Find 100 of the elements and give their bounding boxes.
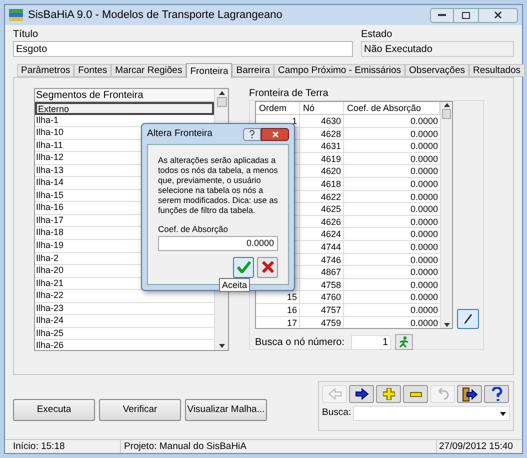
scroll-down-icon[interactable] — [218, 344, 224, 348]
plus-icon — [382, 388, 394, 400]
table-cell: 4757 — [300, 304, 344, 316]
table-cell-text: 0.0000 — [409, 240, 439, 253]
caret-icon — [500, 412, 506, 416]
close-button[interactable] — [261, 128, 289, 140]
text-field[interactable]: Esgoto — [13, 41, 353, 57]
tab[interactable]: Resultados — [469, 64, 525, 77]
table-cell-text: 0.0000 — [409, 152, 439, 164]
table-cell-text: 0.0000 — [409, 128, 439, 140]
table-cell: 4620 — [300, 165, 344, 177]
pencil-icon — [463, 313, 473, 325]
field-label: Título — [13, 29, 40, 41]
tab[interactable]: Fontes — [74, 64, 112, 77]
cancel-button[interactable] — [257, 256, 278, 278]
list-item[interactable]: Ilha-23 — [35, 302, 214, 316]
scroll-thumb[interactable] — [216, 97, 226, 107]
status-text: Início: 15:18 — [5, 440, 121, 453]
table-cell-text: 0.0000 — [409, 278, 439, 290]
table-cell: 4618 — [300, 178, 344, 190]
help-icon — [490, 386, 502, 402]
table-cell: 16 — [256, 304, 300, 316]
field-label: Estado — [361, 29, 394, 41]
scroll-up-icon[interactable] — [444, 103, 450, 107]
toolbar-button[interactable] — [484, 385, 509, 403]
table-cell-text: 0.0000 — [409, 203, 439, 215]
table-cell: 17 — [256, 316, 300, 328]
dialog-title: Altera Fronteira — [147, 126, 212, 141]
table-cell: 4624 — [300, 228, 344, 240]
toolbar-button[interactable] — [349, 385, 374, 403]
scrollbar[interactable] — [440, 102, 452, 328]
tooltip: Aceita — [219, 278, 250, 292]
table-cell-text: 0.0000 — [409, 291, 439, 303]
tab[interactable]: Campo Próximo - Emissários — [274, 64, 406, 77]
toolbar-button[interactable] — [457, 385, 482, 403]
checkmark-icon — [236, 261, 250, 274]
app-logo-icon — [9, 9, 23, 21]
node-number-field[interactable]: 1 — [351, 334, 391, 350]
table-cell-text: 0.0000 — [409, 254, 439, 266]
find-node-button[interactable] — [395, 334, 413, 350]
field-label: Busca o nó número: — [255, 336, 346, 350]
cross-icon — [262, 261, 274, 274]
table-cell: 4631 — [300, 140, 344, 152]
undo-icon — [436, 388, 449, 400]
close-icon — [272, 130, 278, 138]
scroll-down-icon[interactable] — [444, 323, 450, 327]
list-item[interactable]: Ilha-24 — [35, 315, 214, 328]
minimize-button[interactable] — [430, 8, 454, 22]
close-icon — [494, 11, 502, 19]
action-button[interactable]: Verificar — [99, 399, 181, 421]
column-header: Ordem — [256, 102, 300, 114]
column-header: Segmentos de Fronteira — [35, 89, 214, 102]
status-text: Projeto: Manual do SisBaHiA — [123, 440, 248, 453]
table-cell: 4867 — [300, 266, 344, 278]
table-cell-text: 0.0000 — [409, 140, 439, 152]
action-button[interactable]: Visualizar Malha... — [185, 399, 267, 421]
help-button[interactable] — [243, 128, 261, 140]
table-cell: 4625 — [300, 203, 344, 215]
table-cell: 4758 — [300, 278, 344, 290]
right-arrow-icon — [354, 388, 368, 400]
list-item[interactable]: Ilha-25 — [35, 328, 214, 340]
question-icon — [249, 130, 255, 138]
door-arrow-icon — [462, 386, 478, 402]
group-title: Fronteira de Terra — [249, 88, 330, 100]
list-item[interactable]: Externo — [35, 102, 214, 115]
action-button[interactable]: Executa — [13, 399, 95, 421]
table-cell-text: 0.0000 — [409, 304, 439, 316]
tab[interactable]: Parâmetros — [17, 64, 74, 77]
table-cell-text: 0.0000 — [409, 115, 439, 127]
edit-button[interactable] — [457, 309, 479, 329]
tab[interactable]: Fronteira — [186, 63, 232, 78]
field-label: Busca: — [322, 406, 352, 420]
close-button[interactable] — [478, 8, 518, 22]
table-cell: 4744 — [300, 240, 344, 253]
running-figure-icon — [399, 336, 409, 348]
absorption-field[interactable]: 0.0000 — [158, 236, 278, 251]
table-cell: 4759 — [300, 316, 344, 328]
minus-icon — [410, 392, 422, 396]
tab[interactable]: Marcar Regiões — [111, 64, 186, 77]
table-cell-text: 0.0000 — [409, 178, 439, 190]
table-cell-text: 0.0000 — [409, 266, 439, 278]
tab[interactable]: Observações — [405, 64, 470, 77]
table-cell: 4630 — [300, 115, 344, 127]
column-header: Nó — [300, 102, 344, 114]
maximize-button[interactable] — [454, 8, 478, 22]
table-cell: 4622 — [300, 190, 344, 202]
left-arrow-icon — [328, 388, 342, 400]
scroll-up-icon[interactable] — [218, 91, 224, 95]
status-text: 27/09/2012 15:40 — [436, 440, 522, 453]
text-field[interactable]: Não Executado — [361, 41, 514, 57]
tab[interactable]: Barreira — [232, 64, 274, 77]
accept-button[interactable] — [233, 256, 254, 278]
table-cell-text: 0.0000 — [409, 228, 439, 240]
table-cell: 4628 — [300, 128, 344, 140]
scroll-thumb[interactable] — [442, 109, 451, 119]
table-cell-text: 0.0000 — [409, 316, 439, 328]
window-title: SisBaHiA 9.0 - Modelos de Transporte Lagrangeano — [28, 8, 282, 23]
table-cell-text: 0.0000 — [409, 165, 439, 177]
table-cell: 4746 — [300, 254, 344, 266]
table-cell: 4619 — [300, 152, 344, 164]
